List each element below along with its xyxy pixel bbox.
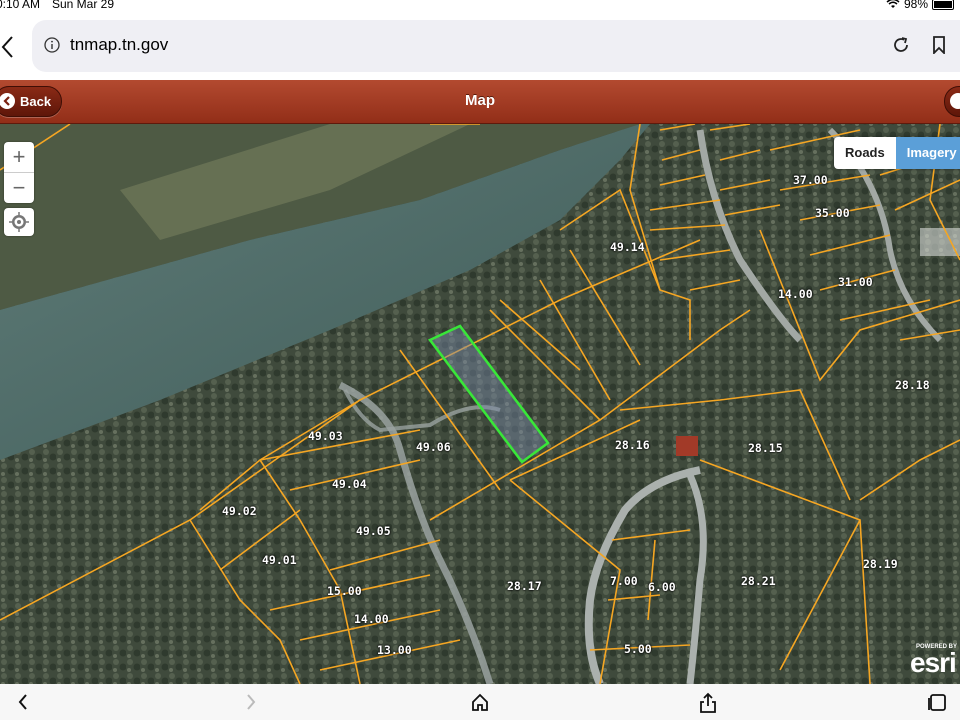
home-button[interactable] (944, 86, 960, 117)
parcel-label[interactable]: 15.00 (327, 584, 362, 598)
parcel-label[interactable]: 5.00 (624, 642, 652, 656)
forward-chevron-icon[interactable] (244, 692, 258, 712)
map-view[interactable]: 49.14 37.00 35.00 31.00 14.00 28.18 49.0… (0, 124, 960, 684)
parcel-label[interactable]: 28.21 (741, 574, 776, 588)
zoom-in-icon[interactable]: + (4, 142, 34, 173)
zoom-out-icon[interactable]: − (4, 173, 34, 203)
basemap-toggle: Roads Imagery (834, 137, 960, 169)
parcel-label[interactable]: 49.05 (356, 524, 391, 538)
esri-logo: esri (910, 647, 957, 678)
esri-attribution[interactable]: POWERED BY esri (910, 644, 957, 677)
status-bar: 0:10 AM Sun Mar 29 98% (0, 0, 960, 14)
tabs-icon[interactable] (926, 692, 948, 712)
parcel-label[interactable]: 28.15 (748, 441, 783, 455)
parcel-label[interactable]: 49.06 (416, 440, 451, 454)
parcel-label[interactable]: 31.00 (838, 275, 873, 289)
parcel-label[interactable]: 14.00 (778, 287, 813, 301)
locate-icon (9, 212, 29, 232)
reload-icon[interactable] (892, 36, 910, 54)
parcel-label[interactable]: 7.00 (610, 574, 638, 588)
page-title: Map (465, 92, 495, 109)
status-date: Sun Mar 29 (52, 0, 115, 11)
bookmark-icon[interactable] (932, 36, 946, 54)
browser-toolbar (0, 684, 960, 720)
parcel-label[interactable]: 6.00 (648, 580, 676, 594)
locate-button[interactable] (4, 208, 34, 236)
address-bar[interactable]: tnmap.tn.gov (32, 20, 960, 72)
parcel-label[interactable]: 35.00 (815, 206, 850, 220)
parcel-label[interactable]: 28.16 (615, 438, 650, 452)
parcel-label[interactable]: 49.14 (610, 240, 645, 254)
parcel-label[interactable]: 49.04 (332, 477, 367, 491)
parcel-label[interactable]: 14.00 (354, 612, 389, 626)
parcel-label[interactable]: 49.02 (222, 504, 257, 518)
roads-button[interactable]: Roads (834, 137, 896, 169)
share-icon[interactable] (698, 692, 718, 714)
status-time: 0:10 AM (0, 0, 41, 11)
back-chevron-icon[interactable] (16, 692, 30, 712)
url-text[interactable]: tnmap.tn.gov (70, 35, 168, 55)
parcel-label[interactable]: 49.03 (308, 429, 343, 443)
parcel-label[interactable]: 28.18 (895, 378, 930, 392)
home-icon[interactable] (470, 692, 490, 712)
parcel-label[interactable]: 37.00 (793, 173, 828, 187)
browser-back-icon[interactable] (0, 34, 16, 60)
home-icon (950, 93, 960, 109)
wifi-icon (886, 0, 900, 8)
parcel-labels: 49.14 37.00 35.00 31.00 14.00 28.18 49.0… (0, 124, 960, 684)
app-header: Back Map (0, 80, 960, 124)
parcel-label[interactable]: 49.01 (262, 553, 297, 567)
battery-percent: 98% (903, 0, 928, 11)
zoom-control: + − (4, 142, 34, 203)
battery-icon (932, 0, 954, 10)
parcel-label[interactable]: 28.17 (507, 579, 542, 593)
parcel-label[interactable]: 28.19 (863, 557, 898, 571)
parcel-label[interactable]: 13.00 (377, 643, 412, 657)
info-icon[interactable] (44, 37, 60, 53)
imagery-button[interactable]: Imagery (895, 137, 960, 169)
